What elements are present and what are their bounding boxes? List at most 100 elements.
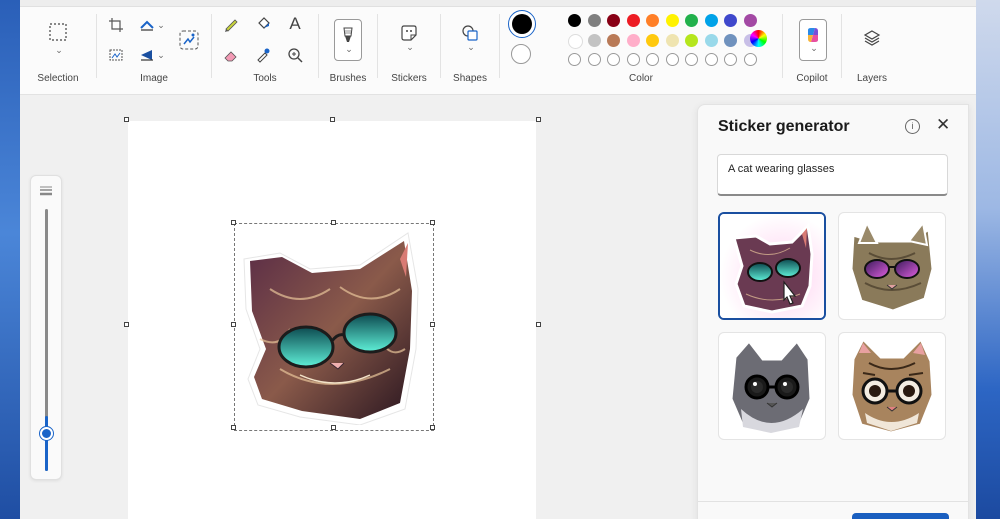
crop-button[interactable] [107,16,125,34]
panel-title: Sticker generator [718,118,850,135]
resize-icon [140,20,154,31]
custom-color-slot[interactable] [626,53,640,66]
layers-icon [863,30,881,46]
color-swatch[interactable] [587,33,601,47]
info-icon[interactable]: i [905,119,920,134]
sunglasses-cat-sticker-dark [720,214,824,318]
slider-thumb[interactable] [40,427,53,440]
custom-color-slot[interactable] [685,53,698,66]
resize-handle[interactable] [124,117,129,122]
tools-group-label: Tools [253,73,277,84]
color-swatch[interactable] [607,14,620,27]
sticker-icon [401,24,417,41]
copilot-button[interactable]: ⌄ [799,19,827,61]
color-swatch[interactable] [568,14,581,27]
shapes-group-label: Shapes [453,73,487,84]
magnifier-tool-button[interactable] [286,46,304,64]
remove-background-button[interactable] [177,28,201,52]
image-group-label: Image [140,73,168,84]
selection-handle[interactable] [231,425,236,430]
selection-handle[interactable] [331,220,336,225]
shapes-icon [462,24,478,41]
color-swatch[interactable] [665,33,679,47]
sticker-option-3[interactable] [718,332,826,440]
color-swatch[interactable] [685,33,698,47]
resize-handle[interactable] [124,322,129,327]
eraser-tool-button[interactable] [222,46,240,64]
eyedropper-icon [257,48,270,63]
close-icon[interactable]: ✕ [936,115,950,135]
color-swatch[interactable] [568,33,583,49]
panel-footer-divider [698,501,968,502]
sticker-prompt-input[interactable]: A cat wearing glasses [717,154,948,196]
text-tool-button[interactable]: A [286,14,304,34]
color-swatch[interactable] [626,14,640,27]
selection-handle[interactable] [231,322,236,327]
resize-handle[interactable] [536,322,541,327]
zoom-in-icon [288,48,303,63]
custom-color-slot[interactable] [704,53,718,66]
select-all-icon [109,49,123,61]
color-swatch[interactable] [743,14,757,27]
primary-color-swatch [512,14,532,34]
selection-handle[interactable] [430,322,435,327]
color-picker-button[interactable] [254,46,272,64]
sticker-option-1[interactable] [718,212,826,320]
selection-dropdown-button[interactable]: ⌄ [51,45,65,55]
chevron-down-icon: ⌄ [467,41,475,52]
stickers-button[interactable]: ⌄ [398,22,420,54]
custom-color-slot[interactable] [665,53,679,66]
generate-button[interactable] [852,513,949,519]
color-swatch[interactable] [724,33,737,47]
color-swatch[interactable] [685,14,698,27]
color-swatch[interactable] [646,14,659,27]
secondary-color-button[interactable] [511,44,531,64]
selection-handle[interactable] [331,425,336,430]
sunglasses-cat-sticker-tabby [849,220,935,313]
selection-group: ⌄ Selection [20,12,96,92]
primary-color-button[interactable] [508,10,536,38]
drawing-canvas[interactable] [128,121,536,519]
chevron-down-icon: ⌄ [810,42,818,53]
brushes-button[interactable]: ⌄ [334,19,362,61]
color-swatch[interactable] [587,14,601,27]
selection-handle[interactable] [231,220,236,225]
brush-size-slider[interactable] [30,175,62,480]
color-swatch[interactable] [665,14,679,27]
resize-button[interactable]: ⌄ [137,16,167,34]
brushes-group: ⌄ Brushes [319,12,377,92]
custom-color-slot[interactable] [568,53,581,66]
resize-handle[interactable] [330,117,335,122]
rotate-button[interactable]: ⌄ [137,46,167,64]
pencil-tool-button[interactable] [222,15,240,33]
custom-color-slot[interactable] [724,53,737,66]
color-swatch[interactable] [704,14,718,27]
selection-handle[interactable] [430,425,435,430]
fill-tool-button[interactable] [254,15,272,33]
selection-tool-button[interactable] [48,22,68,42]
color-swatch[interactable] [646,33,659,47]
color-swatch[interactable] [704,33,718,47]
cat-sticker-image[interactable] [240,229,426,425]
slider-fill [45,416,48,471]
custom-color-slot[interactable] [607,53,620,66]
crop-icon [109,18,123,32]
shapes-button[interactable]: ⌄ [459,22,481,54]
sticker-option-2[interactable] [838,212,946,320]
paint-window: ⌄ Selection ⌄ ⌄ Image A Tools ⌄ Brushes … [20,0,976,519]
custom-color-slot[interactable] [743,53,757,66]
brush-icon [343,27,353,42]
select-all-button[interactable] [107,46,125,64]
selection-handle[interactable] [430,220,435,225]
color-group-label: Color [629,73,653,84]
custom-color-slot[interactable] [646,53,659,66]
sticker-option-4[interactable] [838,332,946,440]
layers-button[interactable] [862,28,882,48]
custom-color-slot[interactable] [587,53,601,66]
resize-handle[interactable] [536,117,541,122]
color-swatch[interactable] [724,14,737,27]
color-swatch[interactable] [607,33,620,47]
color-swatch[interactable] [626,33,640,47]
edit-colors-button[interactable] [748,28,768,48]
layers-group: Layers [842,12,902,92]
